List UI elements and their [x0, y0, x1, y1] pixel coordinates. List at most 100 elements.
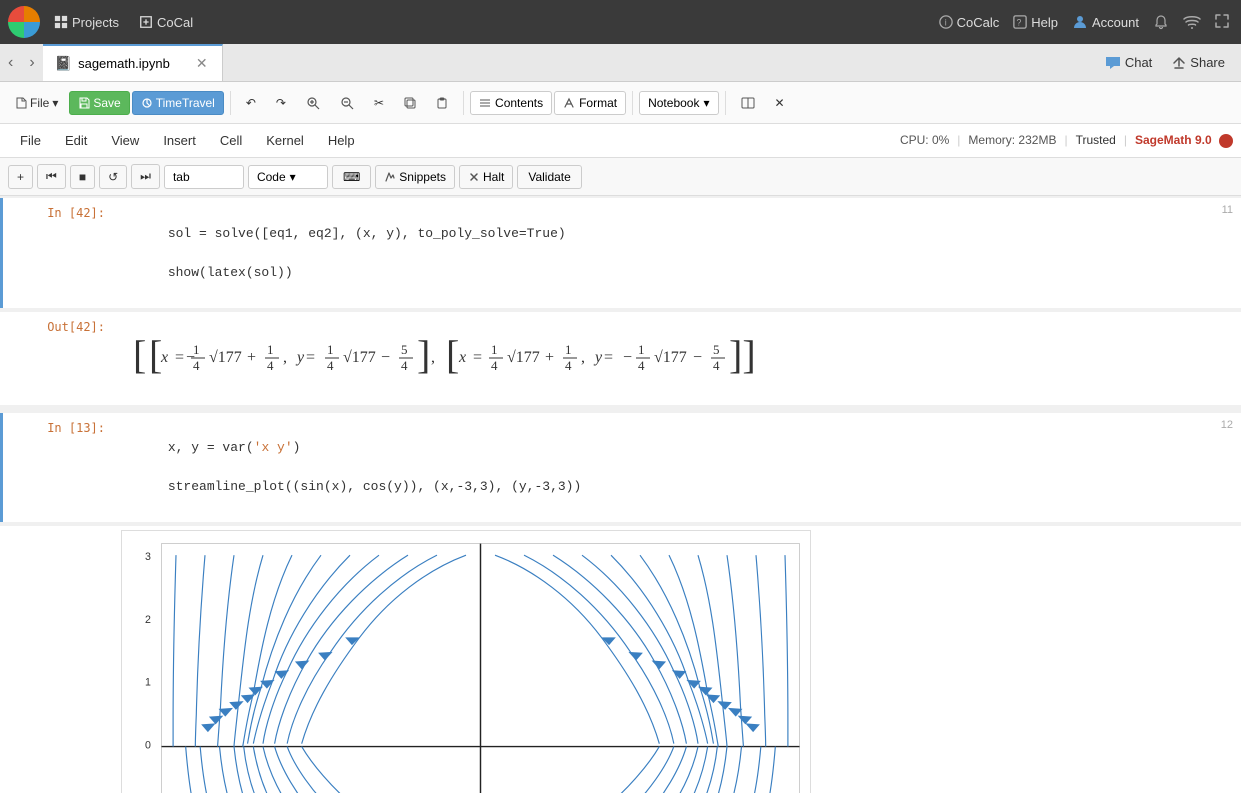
redo-btn[interactable]: ↷: [267, 91, 295, 115]
svg-text:[: [: [446, 332, 459, 377]
fast-forward-btn[interactable]: ⏭: [131, 164, 160, 189]
toolbar: File ▾ Save TimeTravel ↶ ↷ ✂ Contents Fo…: [0, 82, 1241, 124]
file-btn[interactable]: File ▾: [6, 91, 67, 115]
svg-text:=: =: [473, 349, 482, 366]
menu-kernel[interactable]: Kernel: [254, 129, 316, 152]
menu-view[interactable]: View: [99, 129, 151, 152]
svg-text:,: ,: [581, 349, 585, 366]
cell-13: In [13]: x, y = var('x y') streamline_pl…: [0, 413, 1241, 523]
svg-text:?: ?: [1017, 18, 1022, 28]
cell-42-output: Out[42]: [ [ x = 1 4 −: [0, 312, 1241, 405]
add-cell-btn[interactable]: +: [8, 165, 33, 189]
cell-13-out-label: [3, 526, 113, 793]
kernel-circle: [1219, 134, 1233, 148]
svg-text:=: =: [306, 349, 315, 366]
math-output-42: [ [ x = 1 4 − √177 + 1: [121, 316, 801, 401]
tab-left-btn[interactable]: ‹: [0, 44, 21, 81]
svg-text:=: =: [175, 349, 184, 366]
cell-42-code[interactable]: sol = solve([eq1, eq2], (x, y), to_poly_…: [113, 198, 1241, 308]
menu-insert[interactable]: Insert: [151, 129, 208, 152]
svg-text:4: 4: [713, 358, 720, 373]
cut-btn[interactable]: ✂: [365, 91, 393, 115]
cell-13-code[interactable]: x, y = var('x y') streamline_plot((sin(x…: [113, 413, 1241, 523]
share-btn[interactable]: Share: [1164, 51, 1233, 74]
svg-text:1: 1: [145, 677, 151, 689]
sagemath-tab[interactable]: 📓 sagemath.ipynb ✕: [43, 44, 223, 81]
svg-text:4: 4: [491, 358, 498, 373]
tab-label: sagemath.ipynb: [78, 56, 170, 71]
svg-text:+: +: [247, 349, 256, 366]
split-view-btn[interactable]: [732, 92, 764, 114]
menubar: File Edit View Insert Cell Kernel Help C…: [0, 124, 1241, 158]
expand-btn[interactable]: [1211, 10, 1233, 35]
contents-btn[interactable]: Contents: [470, 91, 552, 115]
copy-btn[interactable]: [395, 92, 425, 114]
save-btn[interactable]: Save: [69, 91, 129, 115]
svg-text:y: y: [295, 349, 305, 366]
topbar: Projects CoCal i CoCalc ? Help Account: [0, 0, 1241, 44]
svg-text:√177: √177: [209, 349, 242, 366]
menu-file[interactable]: File: [8, 129, 53, 152]
svg-text:]: ]: [417, 332, 430, 377]
help-btn[interactable]: ? Help: [1009, 11, 1062, 34]
prev-cell-btn[interactable]: ⏮: [37, 164, 66, 189]
svg-text:0: 0: [145, 740, 151, 752]
status-bar: CPU: 0% | Memory: 232MB | Trusted | Sage…: [900, 133, 1233, 148]
svg-text:[: [: [133, 332, 146, 377]
toolbar-sep-3: [632, 91, 633, 115]
svg-text:x: x: [458, 349, 466, 366]
cocalc-logo: [8, 6, 40, 38]
validate-btn[interactable]: Validate: [517, 165, 581, 189]
cell-code-type[interactable]: Code ▾: [248, 165, 328, 189]
svg-text:5: 5: [401, 342, 408, 357]
streamline-plot: 3 2 1 0 -1 -2: [121, 530, 811, 793]
svg-text:−: −: [381, 349, 390, 366]
notebook: In [42]: sol = solve([eq1, eq2], (x, y),…: [0, 196, 1241, 793]
paste-btn[interactable]: [427, 92, 457, 114]
halt-btn[interactable]: Halt: [459, 165, 513, 189]
chat-btn[interactable]: Chat: [1097, 51, 1160, 74]
notebook-dropdown[interactable]: Notebook ▾: [639, 91, 718, 115]
streamline-svg: 3 2 1 0 -1 -2: [121, 530, 811, 793]
cell-42-label: In [42]:: [3, 198, 113, 308]
timetravel-btn[interactable]: TimeTravel: [132, 91, 224, 115]
cocalc-info-btn[interactable]: i CoCalc: [935, 11, 1004, 34]
svg-text:1: 1: [267, 342, 274, 357]
cell-type-select[interactable]: tab: [164, 165, 244, 189]
toolbar-sep-2: [463, 91, 464, 115]
notifications-btn[interactable]: [1149, 10, 1173, 34]
close-view-btn[interactable]: ✕: [766, 91, 794, 115]
math-formula: [ [ x = 1 4 − √177 + 1: [131, 326, 791, 386]
restart-btn[interactable]: ↺: [99, 165, 127, 189]
svg-text:√177: √177: [654, 349, 687, 366]
undo-btn[interactable]: ↶: [237, 91, 265, 115]
tab-close-btn[interactable]: ✕: [194, 55, 210, 72]
menu-edit[interactable]: Edit: [53, 129, 99, 152]
memory-status: Memory: 232MB: [968, 133, 1056, 147]
keyboard-btn[interactable]: ⌨: [332, 165, 371, 189]
account-btn[interactable]: Account: [1068, 10, 1143, 34]
stop-btn[interactable]: ■: [70, 165, 95, 189]
svg-text:4: 4: [401, 358, 408, 373]
svg-text:4: 4: [565, 358, 572, 373]
snippets-btn[interactable]: Snippets: [375, 165, 455, 189]
format-btn[interactable]: Format: [554, 91, 626, 115]
notebook-icon: 📓: [55, 55, 72, 72]
celltoolbar: + ⏮ ■ ↺ ⏭ tab Code ▾ ⌨ Snippets Halt Val…: [0, 158, 1241, 196]
wifi-btn[interactable]: [1179, 11, 1205, 33]
tab-right-btn[interactable]: ›: [21, 44, 42, 81]
toolbar-sep-4: [725, 91, 726, 115]
cell-13-number: 12: [1221, 419, 1233, 431]
projects-nav[interactable]: Projects: [48, 11, 125, 34]
menu-cell[interactable]: Cell: [208, 129, 254, 152]
svg-text:=: =: [604, 349, 613, 366]
zoom-out-btn[interactable]: [331, 91, 363, 115]
svg-text:1: 1: [638, 342, 645, 357]
cocalc-tab[interactable]: CoCal: [133, 11, 199, 34]
svg-text:1: 1: [491, 342, 498, 357]
svg-text:−: −: [693, 349, 702, 366]
zoom-in-btn[interactable]: [297, 91, 329, 115]
svg-text:1: 1: [327, 342, 334, 357]
svg-text:4: 4: [267, 358, 274, 373]
menu-help[interactable]: Help: [316, 129, 367, 152]
